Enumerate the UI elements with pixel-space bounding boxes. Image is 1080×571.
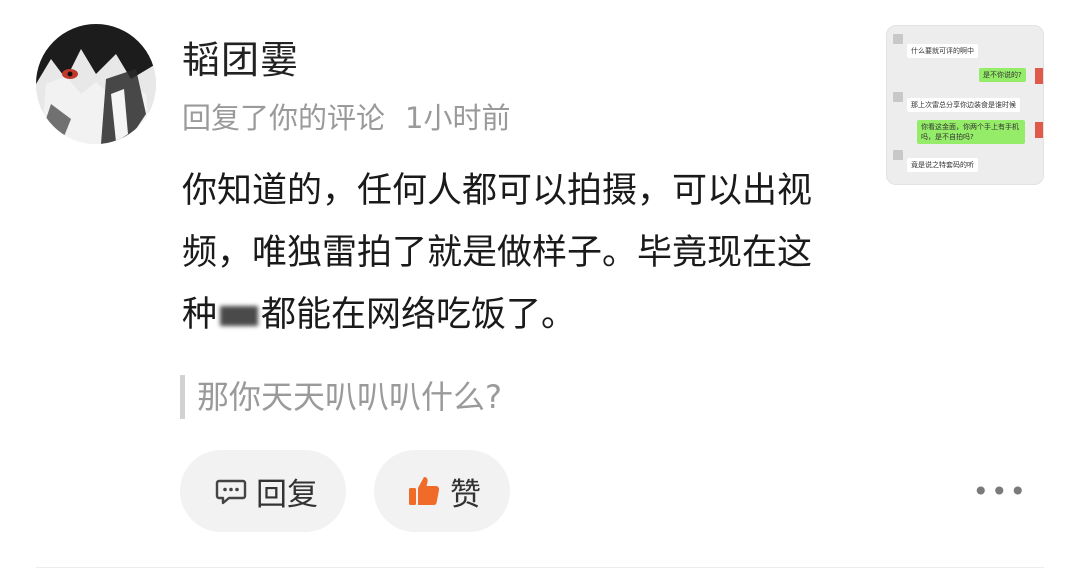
comment-text-part2: 都能在网络吃饭了。	[261, 295, 577, 335]
user-avatar[interactable]	[36, 24, 156, 144]
chat-message: 是不你说的?	[979, 68, 1026, 82]
chat-message: 那上次雷总分享你边装食是谁时候	[907, 98, 1020, 112]
chat-message: 你看这金面，你两个手上有手机吗，是不自拍吗?	[917, 120, 1025, 144]
comment-meta: 回复了你的评论 1小时前	[182, 98, 510, 138]
like-button[interactable]: 赞	[374, 450, 510, 532]
quoted-reply[interactable]: 那你天天叭叭叭什么?	[180, 375, 502, 419]
chat-message: 什么要就可评的啊中	[907, 44, 978, 58]
divider	[36, 567, 1044, 568]
censored-mark	[220, 306, 259, 326]
more-options-icon[interactable]: •••	[972, 478, 1028, 506]
chat-avatar-icon	[893, 34, 903, 44]
action-text: 回复了你的评论	[182, 101, 386, 135]
reply-button[interactable]: 回复	[180, 450, 346, 532]
username[interactable]: 韬团霎	[182, 36, 299, 84]
chat-message: 竟是说之特套码的听	[907, 158, 978, 172]
attached-image-thumbnail[interactable]: 什么要就可评的啊中 是不你说的? 那上次雷总分享你边装食是谁时候 你看这金面，你…	[886, 25, 1044, 185]
reply-label: 回复	[256, 476, 318, 513]
comment-bubble-icon	[214, 474, 248, 508]
comment-text: 你知道的，任何人都可以拍摄，可以出视频，唯独雷拍了就是做样子。毕竟现在这种 都能在…	[182, 160, 822, 346]
chat-marker	[1035, 122, 1043, 138]
like-label: 赞	[450, 476, 481, 513]
chat-marker	[1035, 68, 1043, 84]
chat-avatar-icon	[893, 150, 903, 160]
thumbs-up-icon	[406, 473, 442, 509]
chat-avatar-icon	[893, 92, 903, 102]
timestamp: 1小时前	[405, 101, 511, 135]
